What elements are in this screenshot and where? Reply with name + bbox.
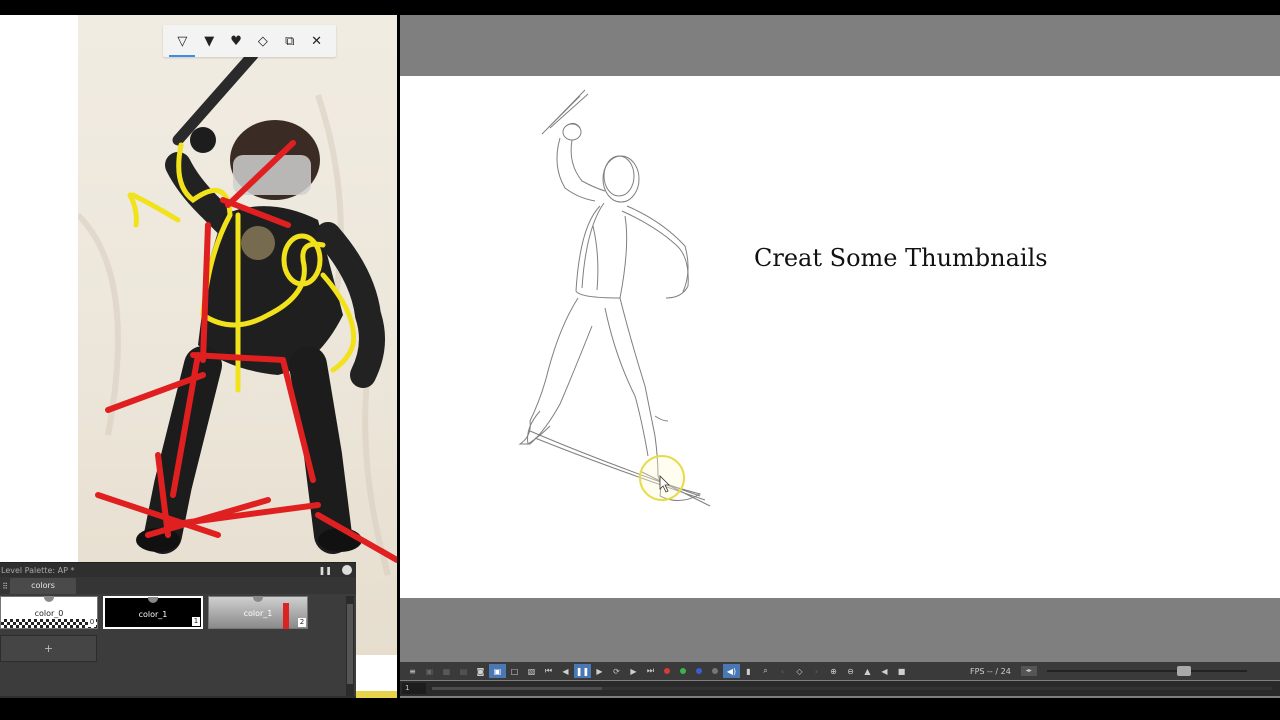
frame-navigator: 1: [400, 681, 1280, 696]
add-style-button[interactable]: +: [0, 635, 97, 662]
brush-tool-icon[interactable]: ▼: [198, 30, 220, 52]
flip-icon[interactable]: ▲: [859, 664, 876, 678]
reference-panel: ▽ ▼ ♥ ◇ ⧉ ✕ Level Palette: AP * ❚❚ ✕ ⠿ c…: [0, 15, 397, 698]
drawing-toolbar: ▽ ▼ ♥ ◇ ⧉ ✕: [163, 25, 336, 57]
canvas-title: Creat Some Thumbnails: [754, 244, 1048, 272]
menu-icon[interactable]: ≡: [404, 664, 421, 678]
chip-notch: [253, 596, 263, 602]
chip-notch: [148, 597, 158, 603]
chip-index: 0: [88, 618, 96, 627]
reset-view-icon[interactable]: ■: [893, 664, 910, 678]
green-channel-icon[interactable]: [680, 668, 686, 674]
last-frame-icon[interactable]: ⏭: [642, 664, 659, 678]
viewer-panel: Creat Some Thumbnails ≡ ▣ ▦ ▤ ◙ ▣ □ ▧ ⏮ …: [400, 15, 1280, 698]
first-frame-icon[interactable]: ⏮: [540, 664, 557, 678]
pen-tool-icon[interactable]: ▽: [169, 30, 196, 57]
loop-icon[interactable]: ⟳: [608, 664, 625, 678]
eraser-icon[interactable]: ◇: [252, 30, 274, 52]
screen: ▽ ▼ ♥ ◇ ⧉ ✕ Level Palette: AP * ❚❚ ✕ ⠿ c…: [0, 0, 1280, 720]
table-icon[interactable]: ▤: [455, 664, 472, 678]
fps-slider[interactable]: [1046, 666, 1247, 676]
thumbnail-sketch: [518, 89, 711, 507]
palette-bottom-bar: ▦ ⎘ ⎘ ‹ ◆ › ▢ ▣ ≡ 🔒︎: [0, 696, 356, 698]
camera-stand-icon[interactable]: ▣: [421, 664, 438, 678]
pause-icon[interactable]: ❚❚: [574, 664, 591, 678]
palette-title-bar: Level Palette: AP * ❚❚ ✕: [0, 563, 356, 577]
playback-toolbar: ≡ ▣ ▦ ▤ ◙ ▣ □ ▧ ⏮ ◀ ❚❚ ▶ ⟳ ▶ ⏭ ◀) ▮ ⌕ ‹ …: [400, 662, 1280, 680]
prev-key-icon[interactable]: ‹: [774, 664, 791, 678]
style-chip-texture[interactable]: color_1 2: [208, 596, 308, 629]
prev-frame-icon[interactable]: ◀: [557, 664, 574, 678]
frame-slider[interactable]: [432, 687, 1272, 690]
chip-index: 2: [298, 618, 306, 627]
zoom-in-icon[interactable]: ⊕: [825, 664, 842, 678]
palette-tabs: ⠿ colors: [0, 577, 356, 594]
palette-close-button[interactable]: ✕: [342, 565, 352, 575]
locator-icon[interactable]: ⌕: [757, 664, 774, 678]
chip-notch: [44, 596, 54, 602]
frame-number-field[interactable]: 1: [402, 683, 426, 694]
next-key-icon[interactable]: ›: [808, 664, 825, 678]
sound-icon[interactable]: ◀): [723, 664, 740, 678]
palette-scrollbar[interactable]: [346, 596, 354, 696]
grip-icon[interactable]: ⠿: [0, 578, 10, 594]
pause-icon[interactable]: ❚❚: [319, 566, 332, 575]
style-chip-color-0[interactable]: color_0 0: [0, 596, 98, 629]
copy-icon[interactable]: ⧉: [279, 30, 301, 52]
blue-channel-icon[interactable]: [696, 668, 702, 674]
keyframe-icon[interactable]: ◇: [791, 664, 808, 678]
transparent-swatch: [1, 619, 97, 628]
sub-camera-icon[interactable]: ▣: [489, 664, 506, 678]
reference-photo: [78, 15, 397, 655]
drawing-canvas[interactable]: Creat Some Thumbnails: [400, 76, 1280, 598]
style-chip-color-1[interactable]: color_1 1: [103, 596, 203, 629]
red-channel-icon[interactable]: [664, 668, 670, 674]
checkerboard-icon[interactable]: ▦: [438, 664, 455, 678]
level-palette: Level Palette: AP * ❚❚ ✕ ⠿ colors color_…: [0, 562, 356, 698]
fps-stepper[interactable]: ◂▸: [1020, 666, 1037, 676]
preview-icon[interactable]: ◙: [472, 664, 489, 678]
tab-colors[interactable]: colors: [10, 578, 76, 594]
rotate-icon[interactable]: ◀: [876, 664, 893, 678]
fountain-pen-icon[interactable]: ♥: [225, 30, 247, 52]
chip-label: color_1: [138, 610, 168, 619]
chip-label: color_1: [243, 609, 273, 618]
chip-index: 1: [192, 617, 200, 626]
bg-white-icon[interactable]: □: [506, 664, 523, 678]
next-frame-icon[interactable]: ▶: [625, 664, 642, 678]
palette-title: Level Palette: AP *: [1, 565, 75, 575]
image-sliver: [356, 670, 397, 698]
fps-label: FPS -- / 24: [970, 666, 1011, 676]
fps-slider-knob[interactable]: [1176, 666, 1191, 676]
bg-checker-icon[interactable]: ▧: [523, 664, 540, 678]
alpha-channel-icon[interactable]: [712, 668, 718, 674]
play-icon[interactable]: ▶: [591, 664, 608, 678]
palette-chips: color_0 0 color_1 1 color_1 2: [0, 596, 340, 630]
chip-label: color_0: [34, 609, 64, 618]
close-icon[interactable]: ✕: [306, 30, 328, 52]
histogram-icon[interactable]: ▮: [740, 664, 757, 678]
reference-figure: [78, 49, 397, 576]
zoom-out-icon[interactable]: ⊖: [842, 664, 859, 678]
